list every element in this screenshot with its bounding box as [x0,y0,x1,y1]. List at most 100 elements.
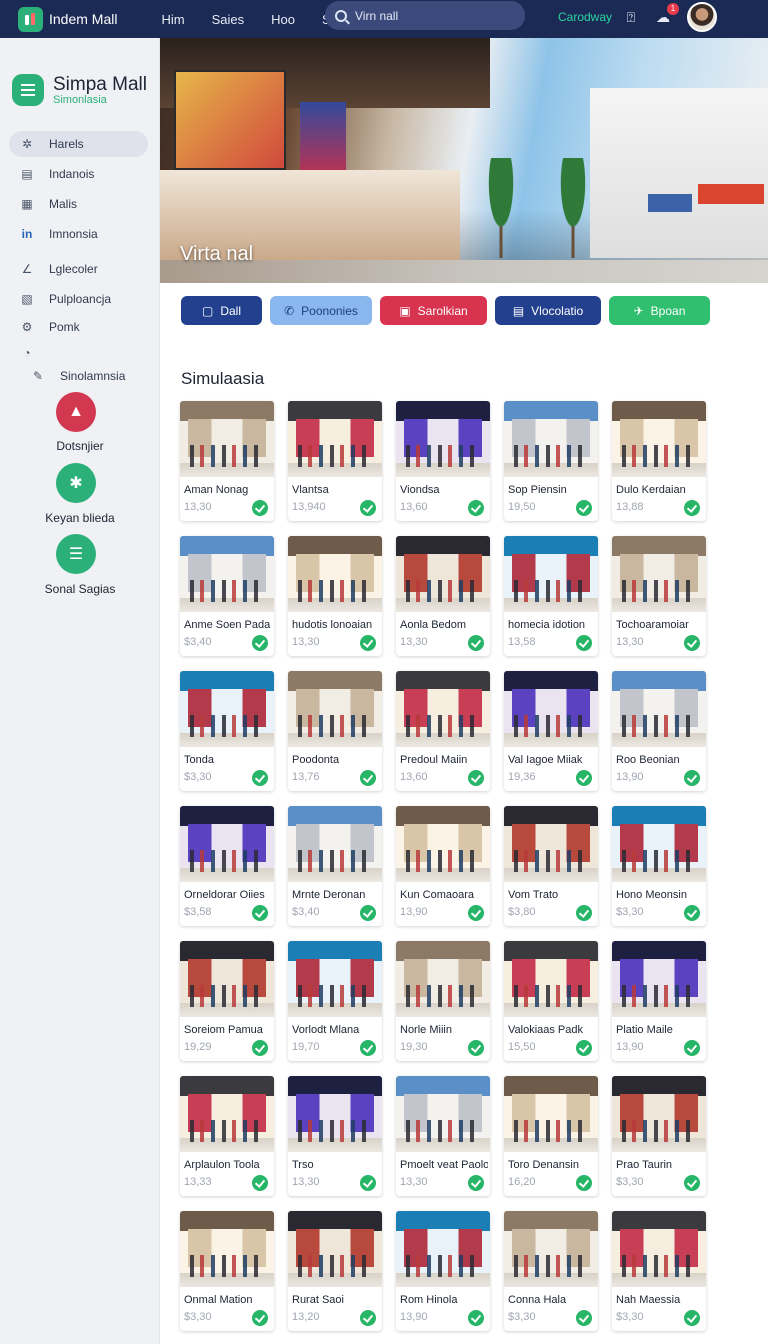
sidebar-item-7[interactable]: ⚙ Pomk [9,314,148,340]
check-icon[interactable] [576,500,592,516]
menu-icon[interactable] [12,74,44,106]
store-price: 13,58 [508,636,536,648]
sidebar-item-5[interactable]: ∠ Lglecoler [9,256,148,282]
sidebar-item-3[interactable]: ▦ Malis [9,191,148,217]
action-button-2[interactable]: ✆ Poononies [270,296,372,325]
check-icon[interactable] [684,1040,700,1056]
store-card[interactable]: Dulo Kerdaian 13,88 [612,401,706,521]
store-card[interactable]: Arplaulon Toola 13,33 [180,1076,274,1196]
nav-link-saies[interactable]: Saies [212,12,245,27]
store-card[interactable]: Orneldorar Oiies $3,58 [180,806,274,926]
store-card[interactable]: homecia idotion 13,58 [504,536,598,656]
store-card[interactable]: Onmal Mation $3,30 [180,1211,274,1331]
check-icon[interactable] [360,1040,376,1056]
check-icon[interactable] [576,635,592,651]
store-card[interactable]: Vom Trato $3,80 [504,806,598,926]
check-icon[interactable] [360,500,376,516]
help-icon[interactable]: ⍰ [622,8,640,26]
store-card[interactable]: Aman Nonag 13,30 [180,401,274,521]
check-icon[interactable] [468,905,484,921]
sidebar-item-4[interactable]: in Imnonsia [9,221,148,247]
check-icon[interactable] [684,905,700,921]
check-icon[interactable] [468,770,484,786]
store-card[interactable]: Sop Piensin 19,50 [504,401,598,521]
check-icon[interactable] [576,1175,592,1191]
check-icon[interactable] [252,770,268,786]
store-card[interactable]: Pmoelt veat Paolo 13,30 [396,1076,490,1196]
check-icon[interactable] [684,1310,700,1326]
check-icon[interactable] [576,1040,592,1056]
store-card[interactable]: Valokiaas Padk 15,50 [504,941,598,1061]
search-box[interactable] [325,1,525,30]
store-card[interactable]: hudotis lonoaian 13,30 [288,536,382,656]
store-card[interactable]: Rom Hinola 13,90 [396,1211,490,1331]
check-icon[interactable] [468,1310,484,1326]
check-icon[interactable] [468,635,484,651]
store-card[interactable]: Roo Beonian 13,90 [612,671,706,791]
store-card[interactable]: Aonla Bedom 13,30 [396,536,490,656]
nav-link-him[interactable]: Him [161,12,184,27]
action-button-1[interactable]: ▢ Dall [181,296,262,325]
store-card[interactable]: Viondsa 13,60 [396,401,490,521]
store-card[interactable]: Rurat Saoi 13,20 [288,1211,382,1331]
tool-button-1[interactable]: ▲ [56,392,96,432]
store-card[interactable]: Toro Denansin 16,20 [504,1076,598,1196]
store-card[interactable]: Predoul Maiin 13,60 [396,671,490,791]
sidebar-item-9[interactable]: ✎ Sinolamnsia [20,363,159,389]
store-card[interactable]: Vlantsa 13,940 [288,401,382,521]
check-icon[interactable] [252,635,268,651]
store-thumbnail [504,941,598,1017]
check-icon[interactable] [576,770,592,786]
check-icon[interactable] [684,1175,700,1191]
sidebar-item-6[interactable]: ▧ Pulploancja [9,286,148,312]
check-icon[interactable] [252,500,268,516]
store-card[interactable]: Conna Hala $3,30 [504,1211,598,1331]
search-input[interactable] [355,8,505,23]
check-icon[interactable] [360,770,376,786]
store-card[interactable]: Val Iagoe Miiak 19,36 [504,671,598,791]
store-name: Valokiaas Padk [508,1024,584,1036]
store-card[interactable]: Anme Soen Pada $3,40 [180,536,274,656]
avatar[interactable] [687,2,717,32]
store-card[interactable]: Platio Maile 13,90 [612,941,706,1061]
brand[interactable]: Indem Mall [18,6,117,32]
store-card[interactable]: Poodonta 13,76 [288,671,382,791]
store-card[interactable]: Prao Taurin $3,30 [612,1076,706,1196]
check-icon[interactable] [360,905,376,921]
tool-button-3[interactable]: ☰ [56,534,96,574]
sidebar-item-1[interactable]: ✲ Harels [9,131,148,157]
store-card[interactable]: Trso 13,30 [288,1076,382,1196]
check-icon[interactable] [576,905,592,921]
check-icon[interactable] [468,1175,484,1191]
action-button-5[interactable]: ✈ Bpoan [609,296,710,325]
store-card[interactable]: Tonda $3,30 [180,671,274,791]
nav-link-hoo[interactable]: Hoo [271,12,295,27]
check-icon[interactable] [468,1040,484,1056]
store-card[interactable]: Vorlodt Mlana 19,70 [288,941,382,1061]
check-icon[interactable] [252,1310,268,1326]
store-card[interactable]: Soreiom Pamua 19,29 [180,941,274,1061]
check-icon[interactable] [360,1175,376,1191]
store-card[interactable]: Hono Meonsin $3,30 [612,806,706,926]
action-button-4[interactable]: ▤ Vlocolatio [495,296,601,325]
check-icon[interactable] [360,1310,376,1326]
check-icon[interactable] [576,1310,592,1326]
check-icon[interactable] [252,1040,268,1056]
user-link[interactable]: Carodway [558,10,612,24]
store-card[interactable]: Tochoaramoiar 13,30 [612,536,706,656]
check-icon[interactable] [468,500,484,516]
check-icon[interactable] [252,1175,268,1191]
sidebar-item-2[interactable]: ▤ Indanois [9,161,148,187]
check-icon[interactable] [252,905,268,921]
store-card[interactable]: Mrnte Deronan $3,40 [288,806,382,926]
action-button-3[interactable]: ▣ Sarolkian [380,296,487,325]
store-card[interactable]: Norle Miiin 19,30 [396,941,490,1061]
store-card[interactable]: Nah Maessia $3,30 [612,1211,706,1331]
store-name: Tochoaramoiar [616,619,689,631]
check-icon[interactable] [684,770,700,786]
check-icon[interactable] [684,635,700,651]
check-icon[interactable] [360,635,376,651]
check-icon[interactable] [684,500,700,516]
store-card[interactable]: Kun Comaoara 13,90 [396,806,490,926]
tool-button-2[interactable]: ✱ [56,463,96,503]
